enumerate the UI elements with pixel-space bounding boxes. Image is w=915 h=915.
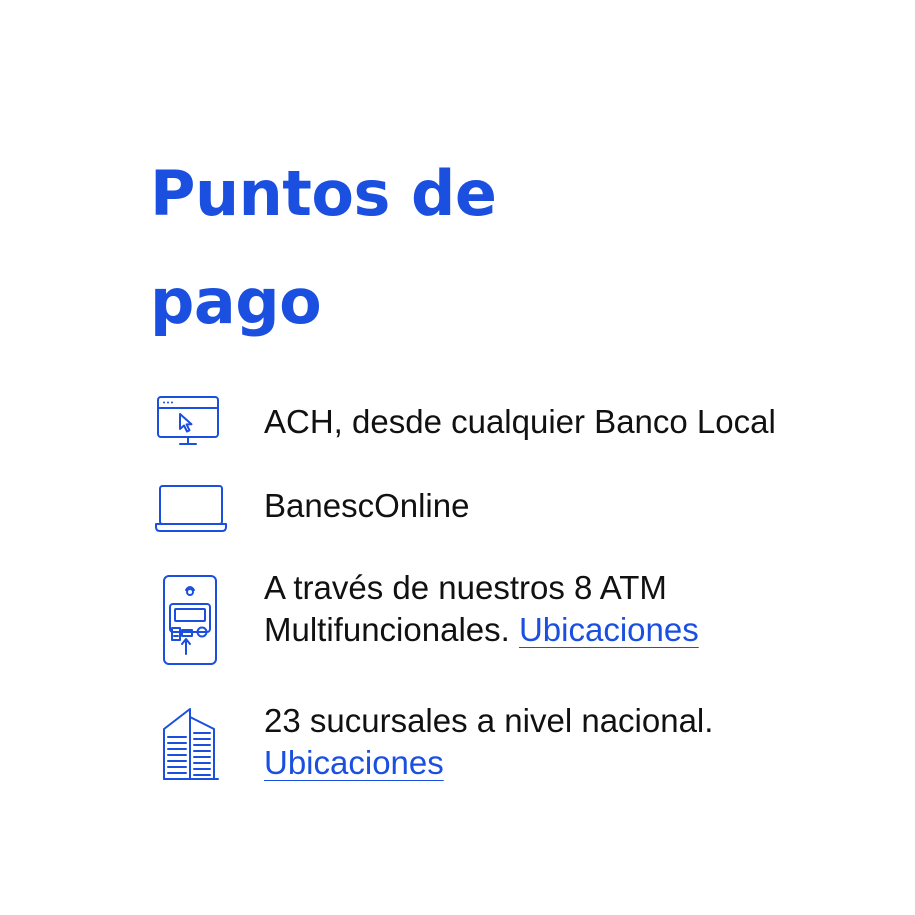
- laptop-icon: [150, 482, 230, 534]
- branches-locations-link[interactable]: Ubicaciones: [264, 744, 444, 781]
- title-line-1: Puntos de: [150, 157, 497, 230]
- atm-text: A través de nuestros 8 ATM Multifunciona…: [264, 567, 699, 651]
- atm-text-line-1: A través de nuestros 8 ATM: [264, 569, 667, 606]
- banesconline-text: BanescOnline: [264, 487, 470, 524]
- branches-text-line-1: 23 sucursales a nivel nacional.: [264, 702, 714, 739]
- bank-building-icon: [150, 703, 230, 783]
- web-monitor-cursor-icon: [150, 394, 222, 450]
- ach-text: ACH, desde cualquier Banco Local: [264, 403, 776, 440]
- atm-locations-link[interactable]: Ubicaciones: [519, 611, 699, 648]
- payment-points-card: Puntos de pago ACH, desde cualquier Banc…: [0, 0, 915, 915]
- title-line-2: pago: [150, 265, 322, 338]
- list-item-banesconline: BanescOnline: [150, 478, 870, 538]
- page-title: Puntos de pago: [150, 140, 710, 356]
- list-item-atm: A través de nuestros 8 ATM Multifunciona…: [150, 565, 870, 665]
- atm-text-line-2: Multifuncionales.: [264, 611, 510, 648]
- atm-icon: [150, 568, 230, 668]
- list-item-branches: 23 sucursales a nivel nacional. Ubicacio…: [150, 700, 870, 790]
- branches-text: 23 sucursales a nivel nacional. Ubicacio…: [264, 700, 713, 784]
- list-item-ach: ACH, desde cualquier Banco Local: [150, 392, 870, 452]
